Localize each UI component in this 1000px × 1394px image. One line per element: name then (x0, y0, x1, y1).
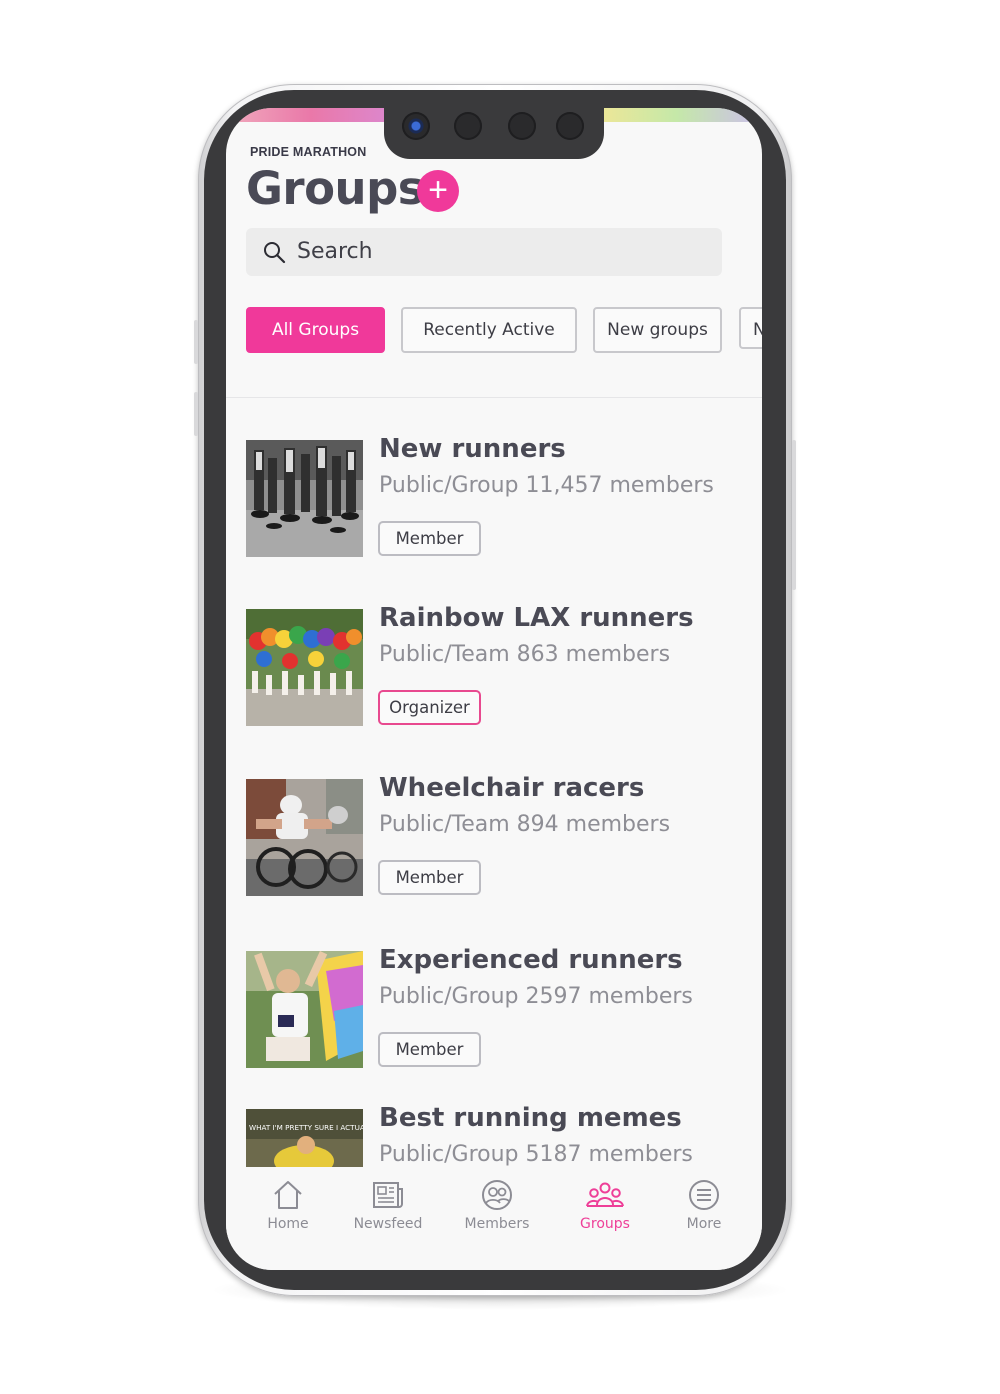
filter-all-groups[interactable]: All Groups (246, 307, 385, 353)
group-row[interactable]: Experienced runners Public/Group 2597 me… (246, 945, 746, 1071)
group-thumbnail (246, 609, 363, 726)
app-screen: PRIDE MARATHON Groups + Search All Group… (226, 108, 762, 1270)
group-name: Best running memes (379, 1103, 682, 1133)
search-icon (264, 242, 286, 264)
tab-label: Newsfeed (353, 1216, 423, 1232)
add-group-button[interactable]: + (417, 170, 459, 212)
role-badge: Member (378, 1032, 481, 1067)
members-icon (482, 1180, 512, 1210)
tab-label: Members (464, 1216, 530, 1232)
status-bar-left (226, 108, 396, 122)
group-name: Experienced runners (379, 945, 683, 975)
group-row[interactable]: New runners Public/Group 11,457 members … (246, 434, 746, 560)
role-badge: Member (378, 860, 481, 895)
phone-side-button (792, 440, 796, 590)
phone-side-button (194, 320, 198, 364)
tab-newsfeed[interactable]: Newsfeed (343, 1178, 433, 1232)
tab-home[interactable]: Home (243, 1178, 333, 1232)
tab-label: Groups (580, 1216, 630, 1232)
group-thumbnail (246, 440, 363, 557)
group-meta: Public/Team 863 members (379, 642, 671, 667)
role-badge: Organizer (378, 690, 481, 725)
tab-members[interactable]: Members (452, 1178, 542, 1232)
group-name: Wheelchair racers (379, 773, 645, 803)
search-input[interactable]: Search (246, 228, 722, 276)
filter-recently-active[interactable]: Recently Active (401, 307, 577, 353)
phone-side-button (194, 392, 198, 436)
group-row[interactable]: Rainbow LAX runners Public/Team 863 memb… (246, 603, 746, 729)
brand-logo: PRIDE MARATHON (250, 145, 367, 159)
group-row[interactable]: Wheelchair racers Public/Team 894 member… (246, 773, 746, 899)
bottom-tab-bar: Home Newsfeed Members Groups More (226, 1170, 762, 1270)
group-thumbnail (246, 779, 363, 896)
sensor-icon (454, 112, 482, 140)
tab-groups[interactable]: Groups (560, 1178, 650, 1232)
tab-more[interactable]: More (659, 1178, 749, 1232)
groups-icon (586, 1182, 624, 1207)
group-thumbnail: WHAT I'M PRETTY SURE I ACTUALLY LOOK LIK… (246, 1109, 363, 1167)
tab-label: Home (267, 1216, 309, 1232)
group-meta: Public/Group 11,457 members (379, 473, 714, 498)
sensor-icon (556, 112, 584, 140)
status-bar-right (592, 108, 762, 122)
group-thumbnail (246, 951, 363, 1068)
tab-label: More (686, 1216, 722, 1232)
group-meta: Public/Group 2597 members (379, 984, 693, 1009)
role-badge: Member (378, 521, 481, 556)
filter-chips: All Groups Recently Active New groups N (246, 307, 762, 353)
search-placeholder: Search (297, 239, 373, 264)
filter-new-groups[interactable]: New groups (593, 307, 722, 353)
page-title: Groups (246, 162, 425, 215)
camera-notch (384, 108, 604, 159)
camera-lens-icon (402, 112, 430, 140)
divider (226, 397, 762, 398)
filter-next[interactable]: N (739, 307, 762, 349)
more-icon (689, 1180, 719, 1210)
group-meta: Public/Group 5187 members (379, 1142, 693, 1167)
group-name: Rainbow LAX runners (379, 603, 694, 633)
sensor-icon (508, 112, 536, 140)
group-name: New runners (379, 434, 566, 464)
newsfeed-icon (373, 1182, 403, 1208)
meme-caption: WHAT I'M PRETTY SURE I ACTUALLY LOOK LIK… (249, 1123, 363, 1132)
group-meta: Public/Team 894 members (379, 812, 671, 837)
home-icon (274, 1181, 302, 1209)
